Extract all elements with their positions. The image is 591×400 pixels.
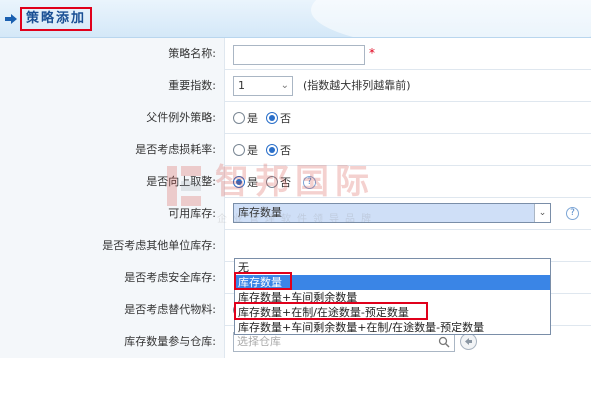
clear-icon[interactable]	[460, 333, 477, 350]
warehouse-search-input[interactable]: 选择仓库	[233, 332, 455, 352]
help-icon[interactable]: ?	[566, 207, 579, 220]
importance-label: 重要指数:	[0, 70, 225, 102]
watermark: 智邦国际 企业管理软件领导品牌	[165, 160, 455, 240]
radio-checked-icon	[266, 112, 278, 124]
parent-exception-radio-group: 是 否	[233, 102, 299, 134]
parent-exception-label: 父件例外策略:	[0, 102, 225, 134]
radio-checked-icon	[266, 144, 278, 156]
parent-exception-no-radio[interactable]: 否	[266, 110, 291, 126]
arrow-right-icon	[5, 14, 17, 24]
strategy-name-input[interactable]	[233, 45, 365, 65]
dropdown-option[interactable]: 无	[235, 260, 550, 275]
form-row-importance: 重要指数: 1 ⌄ (指数越大排列越靠前)	[0, 70, 591, 102]
radio-circle-icon	[233, 112, 245, 124]
chevron-down-icon: ⌄	[280, 80, 289, 91]
dropdown-option-selected[interactable]: 库存数量	[235, 275, 550, 290]
safety-stock-label: 是否考虑安全库存:	[0, 262, 225, 294]
importance-hint: (指数越大排列越靠前)	[303, 79, 411, 92]
radio-circle-icon	[233, 144, 245, 156]
header-decoration	[311, 0, 591, 37]
search-icon[interactable]	[438, 336, 450, 348]
parent-exception-yes-radio[interactable]: 是	[233, 110, 258, 126]
page-header: 策略添加	[0, 0, 591, 38]
loss-rate-no-radio[interactable]: 否	[266, 142, 291, 158]
chevron-down-icon[interactable]: ⌄	[534, 204, 550, 222]
strategy-name-label: 策略名称:	[0, 38, 225, 70]
dropdown-option[interactable]: 库存数量+在制/在途数量-预定数量	[235, 305, 550, 320]
required-mark: *	[369, 46, 375, 60]
dropdown-option[interactable]: 库存数量+车间剩余数量	[235, 290, 550, 305]
page-title: 策略添加	[20, 7, 93, 31]
form-row-parent-exception: 父件例外策略: 是 否	[0, 102, 591, 134]
available-stock-options: 无 库存数量 库存数量+车间剩余数量 库存数量+在制/在途数量-预定数量 库存数…	[234, 258, 551, 335]
substitute-label: 是否考虑替代物料:	[0, 294, 225, 326]
watermark-slogan: 企业管理软件领导品牌	[217, 214, 377, 225]
importance-select[interactable]: 1 ⌄	[233, 76, 293, 96]
watermark-name: 智邦国际	[215, 162, 375, 202]
loss-rate-yes-radio[interactable]: 是	[233, 142, 258, 158]
dropdown-option[interactable]: 库存数量+车间剩余数量+在制/在途数量-预定数量	[235, 320, 550, 335]
importance-value: 1	[238, 79, 245, 92]
logo-icon	[167, 166, 201, 206]
form-row-strategy-name: 策略名称: *	[0, 38, 591, 70]
warehouse-placeholder: 选择仓库	[237, 335, 281, 348]
warehouse-label: 库存数量参与仓库:	[0, 326, 225, 358]
